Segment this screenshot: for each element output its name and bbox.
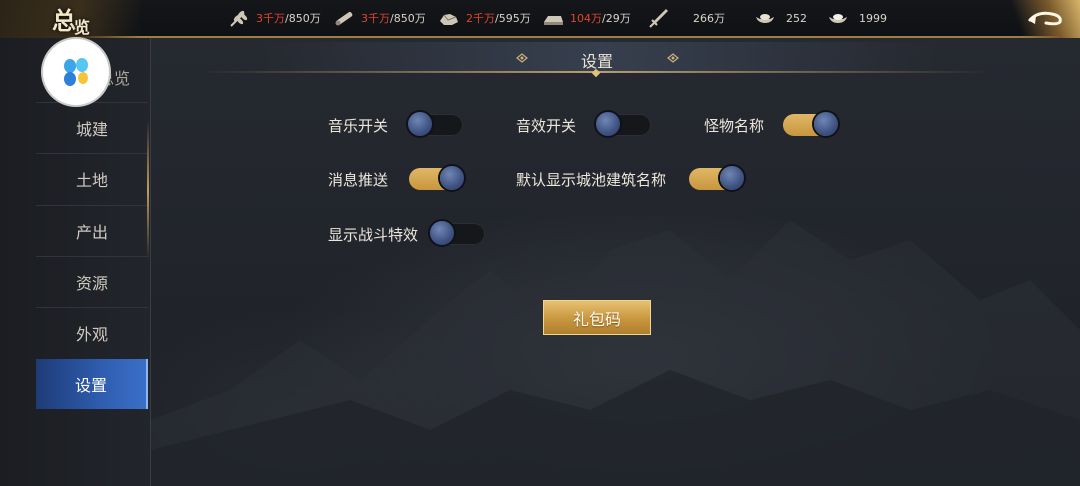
sidebar-item-label: 产出 <box>75 222 108 242</box>
wood-max: /850万 <box>390 12 426 25</box>
toggle-knob <box>596 112 620 136</box>
option-label: 音乐开关 <box>328 117 389 135</box>
city-building-names-toggle[interactable] <box>689 166 744 190</box>
silver-value: 1999 <box>859 11 887 25</box>
option-push-notifications: 消息推送 <box>328 169 388 190</box>
option-monster-names: 怪物名称 <box>704 115 764 136</box>
sidebar-item-label: 土地 <box>75 170 108 190</box>
option-city-building-names: 默认显示城池建筑名称 <box>516 169 666 190</box>
food-max: /850万 <box>285 12 321 25</box>
back-button[interactable] <box>1000 0 1080 38</box>
option-music: 音乐开关 <box>328 115 388 136</box>
toggle-knob <box>814 112 838 136</box>
petal-logo-icon <box>64 58 88 86</box>
resource-gold: 252 <box>754 0 807 36</box>
option-label: 怪物名称 <box>704 117 765 135</box>
option-label: 显示战斗特效 <box>328 226 419 244</box>
option-label: 消息推送 <box>328 171 389 189</box>
stone-icon <box>438 7 460 29</box>
push-notifications-toggle[interactable] <box>409 166 464 190</box>
military-value: 266万 <box>693 12 725 25</box>
iron-ingot-icon <box>542 7 564 29</box>
stone-max: /595万 <box>495 12 531 25</box>
overview-logo-text: 总览 <box>52 1 90 37</box>
wood-icon <box>333 7 355 29</box>
page-title: 设置 <box>580 52 613 71</box>
return-arrow-icon <box>1028 11 1062 26</box>
toggle-knob <box>720 166 744 190</box>
assistant-app-icon[interactable] <box>43 39 109 105</box>
option-label: 默认显示城池建筑名称 <box>516 171 667 189</box>
sidebar-item-land[interactable]: 土地 <box>36 153 148 203</box>
resource-iron: 104万/29万 <box>542 0 631 36</box>
sidebar-item-label: 外观 <box>75 324 108 344</box>
resource-silver: 1999 <box>827 0 887 36</box>
gold-value: 252 <box>786 11 807 25</box>
silver-ingot-icon <box>827 7 849 29</box>
sound-effects-toggle[interactable] <box>596 112 651 136</box>
sidebar-item-output[interactable]: 产出 <box>36 205 148 255</box>
wheat-icon <box>228 7 250 29</box>
sidebar-item-resources[interactable]: 资源 <box>36 256 148 306</box>
logo-char-small: 览 <box>74 18 90 37</box>
mountain-scenery <box>150 220 1080 486</box>
top-bar: 总览 3千万/850万 3千万/850万 2千万/595万 104万/29万 2… <box>0 0 1080 38</box>
title-ornament-right-icon <box>667 53 679 63</box>
battle-effects-toggle[interactable] <box>430 221 485 245</box>
music-toggle[interactable] <box>408 112 463 136</box>
monster-names-toggle[interactable] <box>783 112 838 136</box>
sidebar-item-settings[interactable]: 设置 <box>36 359 148 409</box>
gold-ingot-icon <box>754 7 776 29</box>
sidebar: 总览 城建 土地 产出 资源 外观 设置 <box>0 38 151 486</box>
sidebar-item-label: 城建 <box>75 119 108 139</box>
overview-logo: 总览 <box>0 0 140 38</box>
stone-current: 2千万 <box>466 12 495 25</box>
sidebar-item-label: 资源 <box>75 273 108 293</box>
option-battle-effects: 显示战斗特效 <box>328 224 418 245</box>
logo-char-main: 总 <box>52 6 76 35</box>
toggle-knob <box>430 221 454 245</box>
option-label: 音效开关 <box>516 117 577 135</box>
resource-stone: 2千万/595万 <box>438 0 531 36</box>
sidebar-item-label: 设置 <box>74 376 107 395</box>
toggle-knob <box>440 166 464 190</box>
resource-food: 3千万/850万 <box>228 0 321 36</box>
sidebar-rail <box>147 120 149 260</box>
iron-current: 104万 <box>570 12 602 25</box>
iron-max: /29万 <box>602 12 631 25</box>
sidebar-item-appearance[interactable]: 外观 <box>36 307 148 357</box>
resource-wood: 3千万/850万 <box>333 0 426 36</box>
option-sound-effects: 音效开关 <box>516 115 576 136</box>
toggle-knob <box>408 112 432 136</box>
sidebar-item-city[interactable]: 城建 <box>36 102 148 152</box>
wood-current: 3千万 <box>361 12 390 25</box>
resource-military: 266万 <box>648 0 725 36</box>
food-current: 3千万 <box>256 12 285 25</box>
sword-icon <box>648 7 670 29</box>
gift-code-button[interactable]: 礼包码 <box>543 300 651 335</box>
title-ornament-left-icon <box>516 53 528 63</box>
